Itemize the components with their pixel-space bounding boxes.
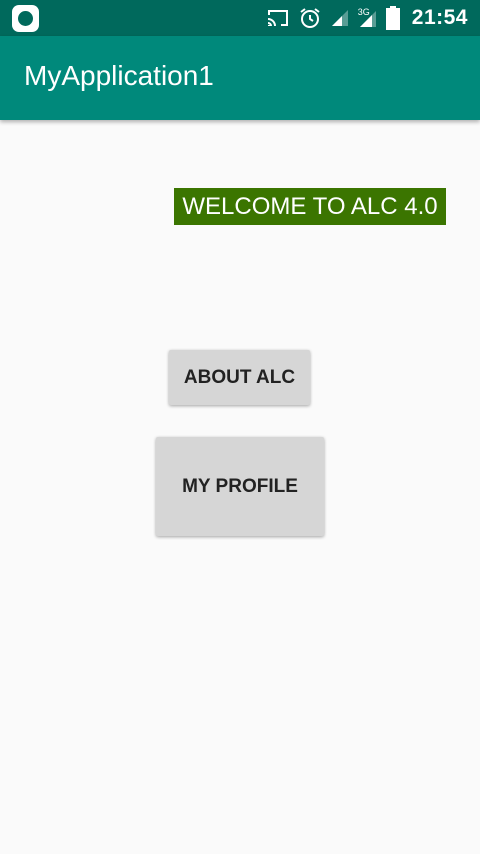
signal-icon	[331, 10, 348, 26]
status-bar: 3G 21:54	[0, 0, 480, 36]
app-notification-icon	[12, 5, 39, 32]
app-title: MyApplication1	[24, 60, 214, 91]
status-icons: 3G 21:54	[266, 0, 468, 36]
app-bar: MyApplication1	[0, 36, 480, 120]
my-profile-button[interactable]: MY PROFILE	[156, 437, 324, 536]
welcome-banner: WELCOME TO ALC 4.0	[174, 188, 446, 225]
about-alc-button[interactable]: ABOUT ALC	[169, 350, 310, 405]
signal-3g-icon: 3G	[358, 7, 378, 29]
alarm-icon	[300, 8, 320, 28]
status-clock: 21:54	[411, 6, 468, 29]
cast-icon	[267, 10, 288, 26]
battery-icon	[385, 6, 400, 30]
